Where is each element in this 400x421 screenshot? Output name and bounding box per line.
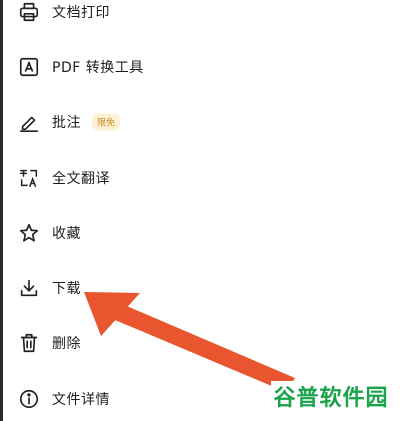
free-limited-badge: 限免 xyxy=(92,113,121,131)
printer-icon xyxy=(18,1,40,23)
info-icon xyxy=(18,388,40,410)
menu-item-annotate[interactable]: 批注 限免 xyxy=(0,100,340,144)
menu-item-label: 全文翻译 xyxy=(52,171,110,187)
menu-item-label: 删除 xyxy=(52,336,81,352)
menu-item-label: 下载 xyxy=(52,281,81,297)
menu-item-translate[interactable]: 全文翻译 xyxy=(0,156,340,200)
download-icon xyxy=(18,277,40,299)
watermark-part2: 软件园 xyxy=(319,386,389,411)
menu-item-label: 文档打印 xyxy=(52,5,110,21)
menu-item-delete[interactable]: 删除 xyxy=(0,321,340,365)
translate-icon xyxy=(18,167,40,189)
menu-item-favorite[interactable]: 收藏 xyxy=(0,211,340,255)
menu-item-download[interactable]: 下载 xyxy=(0,266,340,310)
star-icon xyxy=(18,222,40,244)
menu-item-label: PDF 转换工具 xyxy=(52,60,144,76)
menu-item-label: 文件详情 xyxy=(52,392,110,408)
menu-item-label: 批注 xyxy=(52,115,81,131)
pen-annotate-icon xyxy=(18,111,40,133)
trash-icon xyxy=(18,332,40,354)
menu-item-pdf-convert[interactable]: PDF 转换工具 xyxy=(0,45,340,89)
pdf-convert-icon xyxy=(18,56,40,78)
menu-item-label: 收藏 xyxy=(52,226,81,242)
watermark: 谷普 软件园 xyxy=(271,381,391,411)
watermark-part1: 谷普 xyxy=(273,386,320,411)
menu-item-print[interactable]: 文档打印 xyxy=(0,0,340,34)
